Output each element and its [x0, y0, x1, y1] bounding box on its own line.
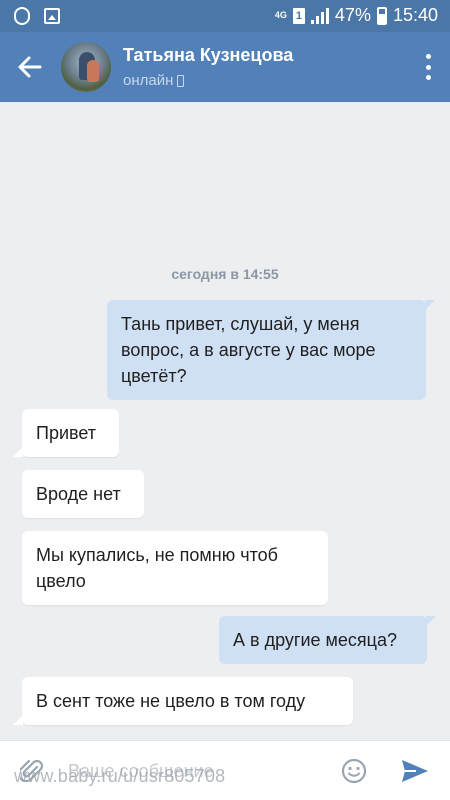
avatar-figure [87, 60, 99, 82]
more-menu-button[interactable] [424, 54, 432, 80]
more-vertical-icon [425, 75, 431, 80]
avatar[interactable] [61, 42, 111, 92]
message-input[interactable] [68, 755, 318, 787]
attach-button[interactable] [17, 758, 44, 784]
message-outgoing[interactable]: А в другие месяца? [219, 616, 436, 664]
emoji-icon [341, 758, 367, 784]
composer-bar [0, 740, 450, 800]
chat-header: Татьяна Кузнецова онлайн [0, 32, 450, 102]
attach-icon [17, 759, 44, 783]
back-arrow-icon [18, 56, 42, 78]
signal-icon [310, 7, 329, 24]
network-type: 4G [274, 10, 287, 20]
contact-status: онлайн [123, 72, 185, 89]
status-right-icons: 4G 1 47% 15:40 [275, 5, 438, 26]
notification-ring-icon [14, 7, 30, 25]
gallery-notification-icon [44, 8, 60, 24]
date-divider: сегодня в 14:55 [171, 266, 279, 282]
send-icon [402, 760, 428, 782]
emoji-button[interactable] [341, 758, 367, 784]
message-incoming[interactable]: Мы купались, не помню чтоб цвело [22, 531, 328, 605]
more-vertical-icon [425, 64, 431, 70]
message-incoming[interactable]: Вроде нет [22, 470, 144, 518]
more-vertical-icon [425, 54, 431, 59]
message-incoming[interactable]: Привет [13, 409, 119, 457]
send-button[interactable] [401, 758, 429, 784]
contact-status-label: онлайн [123, 72, 174, 89]
clock: 15:40 [392, 5, 438, 25]
back-button[interactable] [16, 53, 44, 81]
contact-name[interactable]: Татьяна Кузнецова [123, 45, 293, 66]
status-bar: 4G 1 47% 15:40 [0, 0, 450, 32]
sim-icon: 1 [292, 7, 305, 24]
status-left-icons [14, 7, 60, 25]
message-incoming[interactable]: В сент тоже не цвело в том году [13, 677, 353, 725]
battery-percent: 47% [334, 5, 371, 25]
message-outgoing[interactable]: Тань привет, слушай, у меня вопрос, а в … [107, 300, 435, 400]
battery-icon [376, 6, 387, 25]
phone-icon [177, 74, 185, 87]
